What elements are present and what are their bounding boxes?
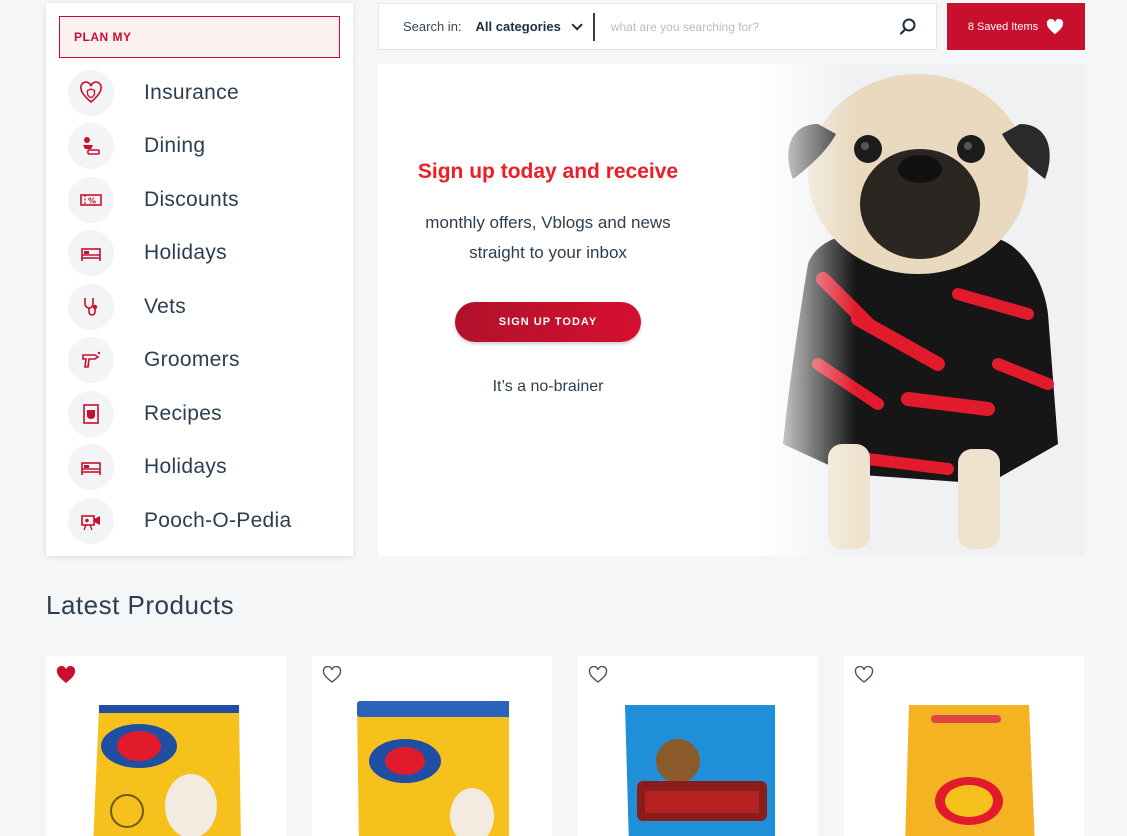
sidebar-item-discounts[interactable]: % Discounts	[46, 173, 353, 227]
product-card[interactable]	[578, 656, 818, 836]
hairdryer-icon	[68, 337, 114, 384]
sidebar-item-dining[interactable]: Dining	[46, 120, 353, 174]
category-select[interactable]: All categories	[475, 18, 583, 34]
chevron-down-icon	[571, 18, 583, 31]
plan-my-sidebar: PLAN MY Insurance Dining % Discounts Hol…	[46, 3, 353, 556]
hero-subtext-line: straight to your inbox	[469, 243, 627, 262]
sidebar-item-insurance[interactable]: Insurance	[46, 66, 353, 120]
product-card[interactable]	[46, 656, 286, 836]
heart-shield-icon	[68, 69, 114, 116]
heart-outline-icon[interactable]	[588, 666, 608, 684]
search-icon[interactable]	[898, 17, 918, 37]
category-select-value: All categories	[475, 19, 561, 34]
sidebar-item-holidays-2[interactable]: Holidays	[46, 441, 353, 495]
sidebar-item-holidays[interactable]: Holidays	[46, 227, 353, 281]
hero-subtext: monthly offers, Vblogs and news straight…	[378, 208, 718, 268]
hero-note: It’s a no-brainer	[492, 378, 604, 395]
pug-image	[758, 64, 1085, 556]
sidebar-item-groomers[interactable]: Groomers	[46, 334, 353, 388]
product-card[interactable]	[844, 656, 1084, 836]
product-bag-image	[905, 705, 1035, 836]
plan-my-header: PLAN MY	[59, 16, 340, 58]
sidebar-item-label: Holidays	[144, 241, 227, 265]
saved-items-label: 8 Saved Items	[967, 20, 1039, 33]
search-divider	[592, 12, 595, 41]
sidebar-item-label: Holidays	[144, 455, 227, 479]
recipe-book-icon	[68, 390, 114, 437]
product-list	[46, 656, 1086, 836]
product-card[interactable]	[312, 656, 552, 836]
video-camera-icon	[68, 497, 114, 544]
sidebar-item-label: Insurance	[144, 80, 239, 104]
sidebar-item-label: Recipes	[144, 401, 222, 425]
sidebar-item-recipes[interactable]: Recipes	[46, 387, 353, 441]
product-bag-image	[357, 701, 509, 836]
hero-headline: Sign up today and receive	[417, 160, 679, 183]
product-bag-image	[625, 705, 775, 836]
sidebar-item-pooch-o-pedia[interactable]: Pooch-O-Pedia	[46, 494, 353, 548]
search-bar: Search in: All categories	[378, 3, 937, 50]
saved-items-button[interactable]: 8 Saved Items	[947, 3, 1085, 50]
plan-menu: Insurance Dining % Discounts Holidays Ve…	[46, 66, 353, 548]
sidebar-item-label: Vets	[144, 294, 187, 318]
search-in-label: Search in:	[403, 19, 462, 34]
sidebar-item-label: Dining	[144, 134, 206, 158]
signup-hero: Sign up today and receive monthly offers…	[378, 64, 1085, 556]
sidebar-item-label: Groomers	[144, 348, 240, 372]
heart-outline-icon[interactable]	[854, 666, 874, 684]
discount-ticket-icon: %	[68, 176, 114, 223]
bed-icon	[68, 444, 114, 491]
heart-outline-icon[interactable]	[322, 666, 342, 684]
heart-filled-icon[interactable]	[56, 666, 76, 684]
heart-icon	[1047, 18, 1064, 34]
sidebar-item-label: Discounts	[144, 187, 239, 211]
svg-text:%: %	[88, 196, 96, 205]
dining-icon	[68, 123, 114, 170]
bed-icon	[68, 230, 114, 277]
product-bag-image	[93, 705, 241, 836]
sign-up-button[interactable]: SIGN UP TODAY	[455, 302, 641, 342]
hero-subtext-line: monthly offers, Vblogs and news	[425, 213, 671, 232]
latest-products-title: Latest Products	[46, 590, 235, 620]
sidebar-item-label: Pooch-O-Pedia	[144, 508, 292, 532]
stethoscope-icon	[68, 283, 114, 330]
sidebar-item-vets[interactable]: Vets	[46, 280, 353, 334]
search-input[interactable]	[610, 19, 867, 34]
